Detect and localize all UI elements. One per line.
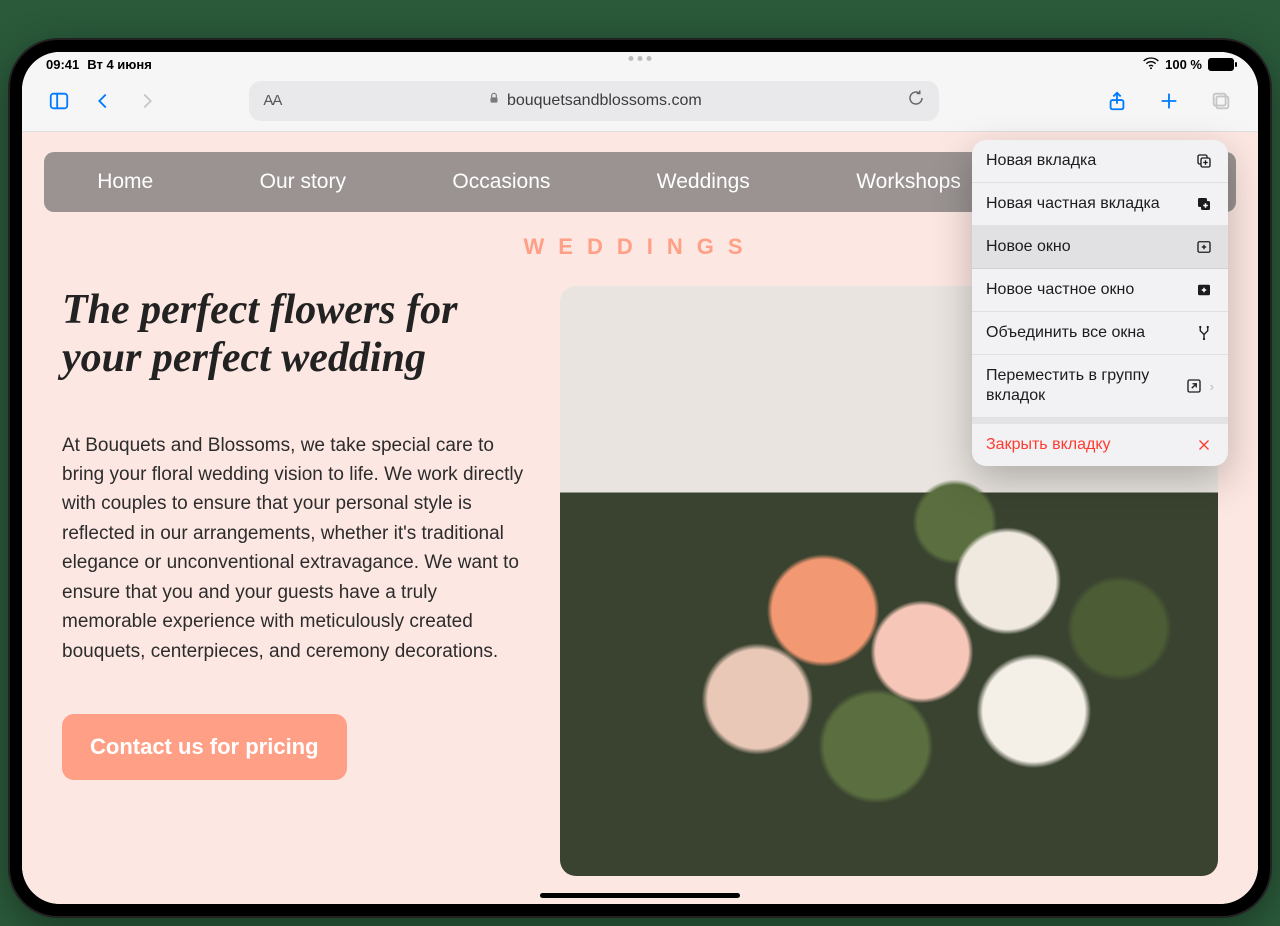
back-icon[interactable]	[86, 84, 120, 118]
reader-aa-icon[interactable]: AA	[263, 92, 281, 109]
copy-plus-icon	[1194, 152, 1214, 170]
reload-icon[interactable]	[907, 89, 925, 112]
status-time: 09:41	[46, 57, 79, 72]
home-indicator[interactable]	[540, 893, 740, 898]
status-date: Вт 4 июня	[87, 57, 152, 72]
nav-workshops[interactable]: Workshops	[844, 170, 973, 194]
new-tab-icon[interactable]	[1152, 84, 1186, 118]
multitask-dots[interactable]	[629, 56, 652, 61]
merge-icon	[1194, 324, 1214, 342]
browser-toolbar: AA bouquetsandblossoms.com	[22, 76, 1258, 132]
menu-merge-windows[interactable]: Объединить все окна	[972, 312, 1228, 355]
tabs-icon[interactable]	[1204, 84, 1238, 118]
headline: The perfect flowers for your perfect wed…	[62, 286, 532, 383]
lock-icon	[487, 91, 501, 110]
status-bar: 09:41 Вт 4 июня 100 %	[22, 52, 1258, 76]
menu-new-private-window[interactable]: Новое частное окно	[972, 269, 1228, 312]
window-plus-fill-icon	[1194, 281, 1214, 299]
menu-new-private-tab[interactable]: Новая частная вкладка	[972, 183, 1228, 226]
menu-move-to-group[interactable]: Переместить в группу вкладок ›	[972, 355, 1228, 418]
nav-our-story[interactable]: Our story	[248, 170, 358, 194]
forward-icon	[130, 84, 164, 118]
nav-weddings[interactable]: Weddings	[645, 170, 762, 194]
x-icon	[1194, 436, 1214, 454]
tab-context-menu: Новая вкладка Новая частная вкладка Ново…	[972, 140, 1228, 466]
nav-occasions[interactable]: Occasions	[440, 170, 562, 194]
cta-button[interactable]: Contact us for pricing	[62, 714, 347, 780]
battery-text: 100 %	[1165, 57, 1202, 72]
address-domain: bouquetsandblossoms.com	[507, 92, 702, 110]
body-text: At Bouquets and Blossoms, we take specia…	[62, 431, 532, 667]
menu-new-window[interactable]: Новое окно	[972, 226, 1228, 269]
window-plus-icon	[1194, 238, 1214, 256]
address-bar[interactable]: AA bouquetsandblossoms.com	[249, 81, 939, 121]
sidebar-icon[interactable]	[42, 84, 76, 118]
ipad-frame: 09:41 Вт 4 июня 100 %	[10, 40, 1270, 916]
copy-plus-fill-icon	[1194, 195, 1214, 213]
wifi-icon	[1143, 57, 1159, 72]
menu-new-tab[interactable]: Новая вкладка	[972, 140, 1228, 183]
screen: 09:41 Вт 4 июня 100 %	[22, 52, 1258, 904]
share-icon[interactable]	[1100, 84, 1134, 118]
menu-close-tab[interactable]: Закрыть вкладку	[972, 424, 1228, 466]
battery-icon	[1208, 58, 1234, 71]
nav-home[interactable]: Home	[85, 170, 165, 194]
chevron-right-icon: ›	[1210, 379, 1214, 394]
arrow-box-icon	[1184, 377, 1204, 395]
